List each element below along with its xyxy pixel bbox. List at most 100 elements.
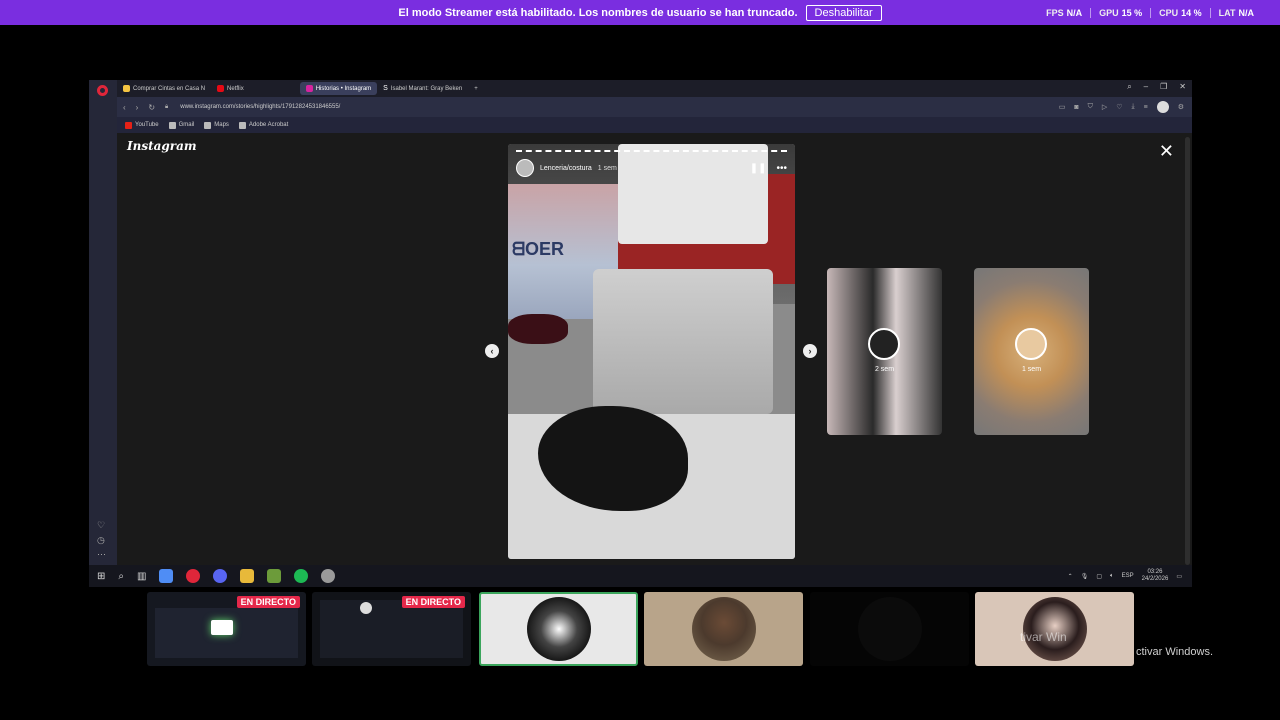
pause-icon[interactable]: ❚❚ bbox=[750, 163, 767, 174]
tab-isabel-marant[interactable]: S Isabel Marant: Gray Beken bbox=[377, 82, 468, 95]
volume-icon[interactable]: 🔈︎ bbox=[1110, 573, 1114, 580]
folder-icon bbox=[168, 121, 176, 129]
s-logo-icon: S bbox=[383, 85, 388, 92]
opera-logo-icon[interactable] bbox=[97, 85, 108, 96]
network-icon[interactable]: ▢ bbox=[1096, 573, 1102, 580]
story-time: 1 sem bbox=[597, 164, 617, 172]
minecraft-icon[interactable] bbox=[267, 569, 282, 583]
bookmark-label: Adobe Acrobat bbox=[248, 122, 289, 128]
instagram-icon bbox=[305, 85, 313, 92]
participant-avatar bbox=[691, 597, 756, 661]
tab-label: Isabel Marant: Gray Beken bbox=[390, 85, 463, 92]
stat-gpu: GPU 15 % bbox=[1090, 7, 1150, 18]
streaming-app: El modo Streamer está habilitado. Los no… bbox=[0, 0, 1280, 720]
stream-preview-avatar bbox=[360, 602, 372, 614]
disable-streamer-mode-button[interactable]: Deshabilitar bbox=[805, 4, 882, 21]
activate-windows-ghost-text: tivar Win bbox=[1020, 630, 1067, 644]
browser-tab-strip: Comprar Cintas en Casa N Netflix Histori… bbox=[117, 80, 1192, 97]
reload-icon[interactable]: ↻ bbox=[148, 103, 155, 112]
opera-icon[interactable] bbox=[186, 569, 201, 583]
story-preview-avatar bbox=[1015, 328, 1047, 360]
more-icon[interactable]: ⋯ bbox=[97, 549, 106, 560]
crown-icon bbox=[123, 85, 130, 92]
windows-start-icon[interactable]: ⊞ bbox=[97, 571, 105, 582]
tab-instagram[interactable]: Historias • Instagram bbox=[299, 82, 378, 95]
previous-story-arrow-icon[interactable]: ‹ bbox=[485, 344, 499, 358]
participant-tile-6[interactable] bbox=[975, 592, 1134, 666]
tab-label: Historias • Instagram bbox=[315, 85, 372, 92]
bookmark-gmail[interactable]: Gmail bbox=[168, 121, 195, 129]
language-indicator[interactable]: ESP bbox=[1122, 573, 1134, 579]
spotify-icon[interactable] bbox=[294, 569, 309, 583]
close-icon[interactable]: ✕ bbox=[1159, 141, 1174, 162]
tab-comprar-cintas[interactable]: Comprar Cintas en Casa N bbox=[117, 82, 211, 95]
file-explorer-icon[interactable] bbox=[240, 569, 255, 583]
participant-tile-4[interactable] bbox=[644, 592, 803, 666]
chevron-up-icon[interactable]: ⌃ bbox=[1068, 573, 1073, 580]
camera-icon[interactable]: ◙ bbox=[1074, 104, 1078, 111]
bookmark-label: Gmail bbox=[178, 122, 195, 128]
close-window-icon[interactable]: ✕ bbox=[1179, 82, 1186, 92]
youtube-icon bbox=[125, 121, 132, 129]
story-viewer[interactable]: ᗺOER Lenceria/costura 1 sem ❚❚ ••• bbox=[508, 144, 795, 559]
participant-stream-tile-1[interactable]: EN DIRECTO bbox=[147, 592, 306, 666]
story-progress-bar bbox=[516, 150, 787, 152]
task-view-icon[interactable]: ▥ bbox=[137, 571, 146, 582]
more-options-icon[interactable]: ••• bbox=[776, 163, 787, 174]
bookmark-adobe-acrobat[interactable]: Adobe Acrobat bbox=[238, 121, 289, 129]
discord-icon[interactable] bbox=[213, 569, 228, 583]
minimize-icon[interactable]: – bbox=[1144, 82, 1148, 92]
heart-icon[interactable]: ♡ bbox=[1116, 103, 1122, 111]
scrollbar[interactable] bbox=[1185, 137, 1190, 565]
story-preview-2[interactable]: 1 sem bbox=[974, 268, 1089, 435]
story-username[interactable]: Lenceria/costura bbox=[540, 165, 592, 172]
story-preview-1[interactable]: 2 sem bbox=[827, 268, 942, 435]
menu-icon[interactable]: ≡ bbox=[1144, 104, 1148, 111]
notification-icon[interactable]: ▭ bbox=[1176, 573, 1182, 580]
clock[interactable]: 03:26 24/2/2026 bbox=[1142, 569, 1169, 583]
participant-tile-5[interactable] bbox=[810, 592, 969, 666]
bookmark-youtube[interactable]: YouTube bbox=[125, 121, 159, 129]
new-tab-button[interactable]: + bbox=[468, 82, 484, 95]
settings-icon[interactable]: ⚙ bbox=[1178, 103, 1184, 111]
story-controls: ❚❚ ••• bbox=[750, 163, 787, 174]
next-story-arrow-icon[interactable]: › bbox=[803, 344, 817, 358]
url-field[interactable]: www.instagram.com/stories/highlights/179… bbox=[180, 104, 340, 110]
heart-icon[interactable]: ♡ bbox=[97, 520, 105, 531]
sewing-machine-body bbox=[593, 269, 773, 414]
clock-time: 03:26 bbox=[1147, 569, 1163, 575]
tab-netflix[interactable]: Netflix bbox=[211, 82, 250, 95]
screenshot-icon[interactable]: ▭ bbox=[1059, 103, 1066, 111]
shared-screen[interactable]: ♡ ◷ ⋯ Comprar Cintas en Casa N Netflix H… bbox=[89, 80, 1192, 587]
profile-avatar[interactable] bbox=[1156, 101, 1169, 113]
story-avatar[interactable] bbox=[516, 159, 534, 177]
restore-icon[interactable]: ❐ bbox=[1160, 82, 1167, 92]
activate-windows-watermark: ctivar Windows. bbox=[1136, 646, 1214, 658]
search-icon[interactable]: ⌕ bbox=[1127, 82, 1131, 92]
copilot-icon[interactable] bbox=[159, 569, 174, 583]
window-controls: ⌕ – ❐ ✕ bbox=[1127, 82, 1186, 92]
play-icon[interactable]: ▷ bbox=[1102, 103, 1107, 111]
clock-icon[interactable]: ◷ bbox=[97, 535, 105, 546]
streamer-mode-banner: El modo Streamer está habilitado. Los no… bbox=[0, 0, 1280, 25]
forward-icon[interactable]: › bbox=[136, 103, 139, 112]
participant-avatar bbox=[1022, 597, 1087, 661]
instagram-logo[interactable]: Instagram bbox=[127, 139, 197, 153]
app-icon[interactable] bbox=[321, 569, 336, 583]
bookmark-label: YouTube bbox=[135, 122, 159, 128]
lock-icon: 🔒︎ bbox=[165, 103, 169, 110]
shield-icon[interactable]: ⛉ bbox=[1088, 103, 1093, 111]
opera-sidebar: ♡ ◷ ⋯ bbox=[89, 80, 117, 565]
download-icon[interactable]: ⤓ bbox=[1132, 103, 1135, 111]
back-icon[interactable]: ‹ bbox=[123, 103, 126, 112]
stat-fps: FPS N/A bbox=[1046, 7, 1083, 18]
system-tray: ⌃ 🎙︎ ▢ 🔈︎ ESP 03:26 24/2/2026 ▭ bbox=[1068, 565, 1182, 587]
participant-tile-speaking[interactable] bbox=[479, 592, 638, 666]
story-preview-time: 2 sem bbox=[874, 366, 895, 373]
search-icon[interactable]: ⌕ bbox=[118, 571, 124, 582]
microphone-icon[interactable]: 🎙︎ bbox=[1081, 573, 1089, 580]
participant-avatar bbox=[526, 597, 591, 661]
stream-preview bbox=[320, 600, 463, 658]
participant-stream-tile-2[interactable]: EN DIRECTO bbox=[312, 592, 471, 666]
bookmark-maps[interactable]: Maps bbox=[204, 121, 229, 129]
